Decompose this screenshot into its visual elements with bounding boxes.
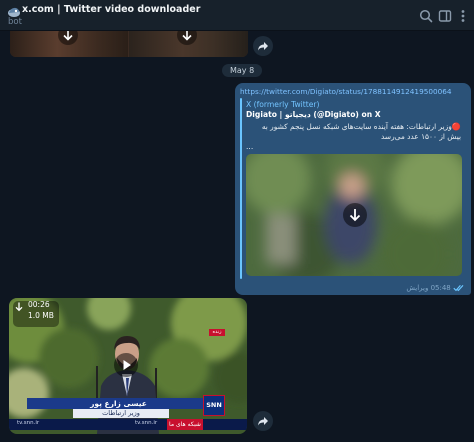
chat-title[interactable]: x.com | Twitter video downloader <box>22 4 200 15</box>
message-meta: ویرایش 05:48 <box>406 284 465 292</box>
news-ticker <box>9 419 247 430</box>
lower-third-role: وزیر ارتباطات <box>73 409 169 418</box>
ticker-label: شبکه های ما <box>167 419 203 430</box>
ticker-site: tv.snn.ir <box>135 420 158 426</box>
link-preview[interactable]: X (formerly Twitter) Digiato | دیجیاتو (… <box>240 98 467 279</box>
channel-logo: SNN <box>203 395 225 416</box>
preview-title: Digiato | دیجیاتو (@Digiato) on X <box>246 110 381 119</box>
chat-header[interactable]: x.com | Twitter video downloader bot <box>0 0 474 31</box>
previous-media-group[interactable] <box>10 31 248 57</box>
outgoing-message[interactable]: https://twitter.com/Digiato/status/17881… <box>235 83 471 295</box>
lower-third-name: عیسی زارع پور <box>27 398 210 409</box>
download-icon[interactable] <box>177 31 197 45</box>
ticker-site: tv.snn.ir <box>17 420 40 426</box>
media-tile[interactable] <box>129 31 248 57</box>
preview-accent-bar <box>240 98 242 279</box>
message-time: 05:48 <box>430 284 451 292</box>
date-separator: May 8 <box>222 64 263 77</box>
play-icon[interactable] <box>114 353 138 377</box>
preview-image[interactable] <box>246 154 462 276</box>
video-duration: 00:26 <box>28 300 50 309</box>
columns-icon[interactable] <box>437 8 453 24</box>
forward-icon[interactable] <box>253 36 273 56</box>
forward-icon[interactable] <box>253 411 273 431</box>
preview-site-name: X (formerly Twitter) <box>246 100 320 109</box>
chat-history[interactable]: May 8 https://twitter.com/Digiato/status… <box>0 31 474 442</box>
edited-label: ویرایش <box>406 284 429 292</box>
media-tile[interactable] <box>10 31 128 57</box>
video-message[interactable]: 00:26 1.0 MB زنده عیسی زارع پور وزیر ارت… <box>9 298 247 434</box>
search-icon[interactable] <box>418 8 434 24</box>
preview-description: 🔴وزیر ارتباطات: هفته آینده سایت‌های شبکه… <box>261 122 461 141</box>
double-check-icon <box>453 284 464 292</box>
video-size: 1.0 MB <box>28 311 54 320</box>
chat-subtitle: bot <box>8 17 22 27</box>
live-tag: زنده <box>209 329 225 336</box>
download-icon[interactable] <box>343 203 367 227</box>
download-icon[interactable] <box>13 301 25 313</box>
message-link[interactable]: https://twitter.com/Digiato/status/17881… <box>240 87 452 96</box>
more-vertical-icon[interactable] <box>455 8 471 24</box>
preview-ellipsis: ... <box>246 142 254 151</box>
download-icon[interactable] <box>58 31 78 45</box>
